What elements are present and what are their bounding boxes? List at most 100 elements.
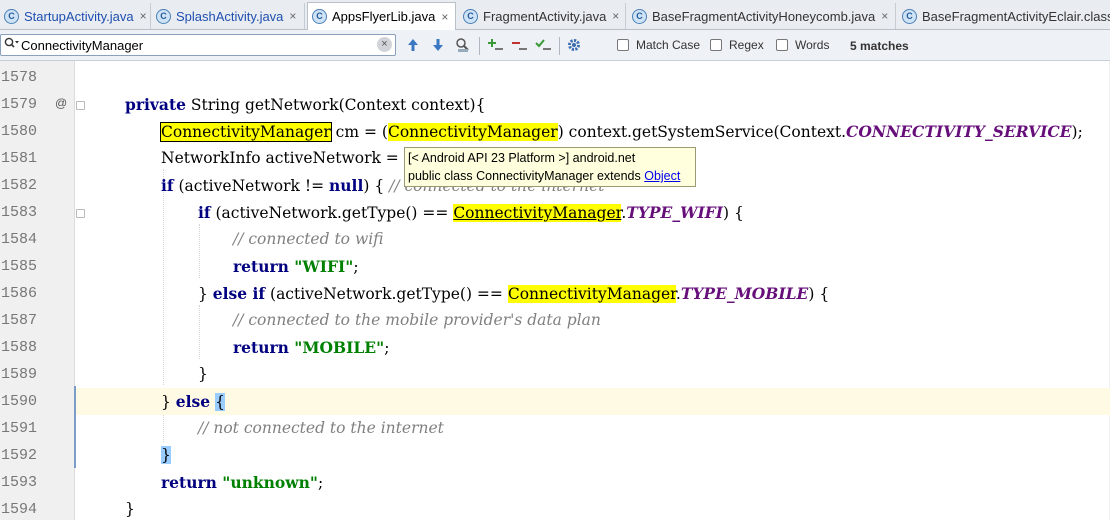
code-text: ) { — [808, 285, 830, 303]
settings-gear-icon[interactable] — [565, 37, 583, 55]
next-occurrence-icon[interactable] — [429, 37, 447, 55]
tab-appsflyer-lib[interactable]: C AppsFlyerLib.java × — [307, 2, 456, 30]
close-icon[interactable]: × — [289, 9, 296, 23]
words-label: Words — [795, 38, 830, 52]
tooltip-object-link[interactable]: Object — [644, 169, 680, 183]
remove-occurrence-icon[interactable] — [510, 37, 528, 55]
line-number: 1580 — [1, 123, 38, 140]
match-count: 5 matches — [850, 39, 909, 53]
override-marker-icon[interactable]: @ — [55, 91, 67, 115]
keyword: return — [233, 257, 289, 276]
tooltip-package-line: [< Android API 23 Platform >] android.ne… — [408, 151, 636, 165]
search-input[interactable] — [21, 37, 371, 53]
code-line: 1588 return "MOBILE"; — [0, 334, 1110, 361]
tab-splash-activity[interactable]: C SplashActivity.java × — [152, 3, 305, 29]
select-all-occurrences-icon[interactable] — [534, 37, 552, 55]
tab-fragment-activity[interactable]: C FragmentActivity.java × — [459, 3, 626, 29]
comment: // connected to wifi — [233, 230, 384, 248]
code-line: 1584 // connected to wifi — [0, 226, 1110, 253]
line-number: 1581 — [1, 150, 38, 167]
close-icon[interactable]: × — [140, 9, 147, 23]
tab-base-fragment-activity-eclair[interactable]: C BaseFragmentActivityEclair.class — [898, 3, 1110, 29]
line-number: 1588 — [1, 339, 38, 356]
code-text: (activeNetwork != — [173, 177, 330, 195]
code-line: 1579 @ private String getNetwork(Context… — [0, 91, 1110, 118]
comment: // not connected to the internet — [198, 419, 444, 437]
keyword: return — [233, 338, 289, 357]
keyword: if — [161, 176, 174, 195]
line-number: 1594 — [1, 501, 38, 518]
code-text: ; — [317, 474, 324, 492]
tab-label: BaseFragmentActivityHoneycomb.java — [652, 8, 876, 24]
code-text: } — [125, 500, 135, 518]
line-number: 1592 — [1, 447, 38, 464]
line-number: 1583 — [1, 204, 38, 221]
constant: TYPE_WIFI — [626, 203, 724, 222]
find-all-icon[interactable] — [454, 37, 472, 55]
line-number: 1586 — [1, 285, 38, 302]
close-icon[interactable]: × — [441, 10, 448, 24]
code-text: ) { — [363, 177, 385, 195]
java-class-icon: C — [312, 9, 327, 24]
match-case-label: Match Case — [636, 38, 701, 52]
close-icon[interactable]: × — [881, 9, 888, 23]
line-number: 1579 — [1, 96, 38, 113]
java-class-icon: C — [463, 8, 478, 24]
checkbox-box[interactable] — [710, 39, 722, 51]
checkbox-box[interactable] — [617, 39, 629, 51]
code-line: 1578 — [0, 64, 1110, 91]
words-checkbox[interactable]: Words — [776, 38, 829, 52]
code-text: (activeNetwork.getType() == — [265, 285, 508, 303]
search-match: ConnectivityManager — [453, 204, 622, 222]
code-line: 1593 return "unknown"; — [0, 469, 1110, 496]
match-case-checkbox[interactable]: Match Case — [617, 38, 700, 52]
keyword: private — [125, 95, 186, 114]
matched-brace: } — [161, 446, 171, 464]
toolbar-separator — [479, 37, 480, 55]
code-text: } — [198, 285, 213, 303]
keyword: return — [161, 473, 217, 492]
code-text: ; — [384, 339, 390, 357]
string-literal: "MOBILE" — [288, 338, 385, 357]
quick-doc-tooltip: [< Android API 23 Platform >] android.ne… — [404, 147, 696, 187]
tab-label: StartupActivity.java — [24, 8, 134, 24]
line-number: 1585 — [1, 258, 38, 275]
keyword: if — [198, 203, 211, 222]
line-number: 1582 — [1, 177, 38, 194]
tab-startup-activity[interactable]: C StartupActivity.java × — [0, 3, 151, 29]
code-text: } — [161, 393, 176, 411]
keyword: else — [175, 392, 211, 411]
tab-base-fragment-activity-honeycomb[interactable]: C BaseFragmentActivityHoneycomb.java × — [628, 3, 896, 29]
fold-toggle[interactable] — [76, 209, 85, 218]
line-number: 1578 — [1, 69, 38, 86]
string-literal: "WIFI" — [288, 257, 354, 276]
checkbox-box[interactable] — [776, 39, 788, 51]
code-text: ) { — [723, 204, 744, 222]
line-number: 1591 — [1, 420, 38, 437]
add-occurrence-icon[interactable] — [486, 37, 504, 55]
code-line: 1580 ConnectivityManager cm = (Connectiv… — [0, 118, 1110, 145]
clear-search-icon[interactable]: × — [377, 37, 392, 52]
code-line: 1589 } — [0, 361, 1110, 388]
constant: CONNECTIVITY_SERVICE — [846, 122, 1072, 141]
search-icon[interactable] — [4, 37, 20, 54]
find-bar: × Match Case Regex Words 5 matches — [0, 30, 1110, 61]
constant: TYPE_MOBILE — [680, 284, 809, 303]
search-box[interactable]: × — [0, 34, 396, 56]
code-line: 1591 // not connected to the internet — [0, 415, 1110, 442]
tab-label: FragmentActivity.java — [483, 8, 607, 24]
string-literal: "unknown" — [216, 473, 318, 492]
previous-occurrence-icon[interactable] — [404, 37, 422, 55]
tab-label: BaseFragmentActivityEclair.class — [922, 8, 1110, 24]
code-line: 1586 } else if (activeNetwork.getType() … — [0, 280, 1110, 307]
tab-label: AppsFlyerLib.java — [332, 9, 436, 24]
line-number: 1587 — [1, 312, 38, 329]
code-text: (activeNetwork.getType() == — [210, 204, 454, 222]
code-text: NetworkInfo activeNetwork = — [161, 149, 399, 167]
fold-toggle[interactable] — [76, 101, 85, 110]
regex-checkbox[interactable]: Regex — [710, 38, 764, 52]
java-class-icon: C — [632, 8, 647, 24]
search-match: ConnectivityManager — [387, 123, 558, 141]
comment: // connected to the mobile provider's da… — [233, 311, 601, 329]
close-icon[interactable]: × — [612, 9, 619, 23]
